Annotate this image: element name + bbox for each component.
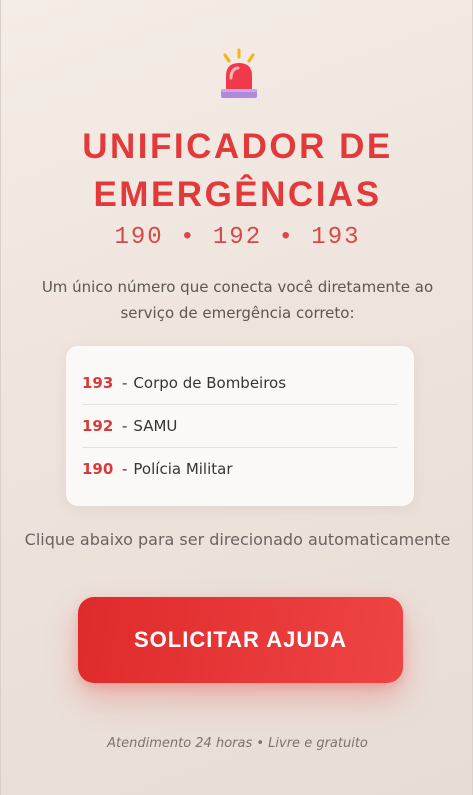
service-separator: - xyxy=(122,417,128,435)
service-separator: - xyxy=(122,374,128,392)
service-number: 190 xyxy=(82,460,114,478)
footer-note: Atendimento 24 horas • Livre e gratuito xyxy=(107,736,368,751)
page-title-line2: EMERGÊNCIAS xyxy=(93,175,382,214)
subtitle: Um único número que conecta você diretam… xyxy=(41,278,434,322)
service-number: 193 xyxy=(82,374,114,392)
redirect-hint: Clique abaixo para ser direcionado autom… xyxy=(24,530,451,549)
request-help-button[interactable]: SOLICITAR AJUDA xyxy=(78,597,403,683)
siren-icon xyxy=(217,48,261,102)
services-card: 193 - Corpo de Bombeiros 192 - SAMU 190 … xyxy=(66,346,414,506)
emergency-numbers: 190 • 192 • 193 xyxy=(114,224,361,251)
page-title-line1: UNIFICADOR DE xyxy=(82,127,393,166)
service-row-bombeiros: 193 - Corpo de Bombeiros xyxy=(82,362,398,405)
service-name: Corpo de Bombeiros xyxy=(133,374,287,392)
service-row-policia: 190 - Polícia Militar xyxy=(82,448,398,490)
service-separator: - xyxy=(122,460,128,478)
service-name: SAMU xyxy=(133,417,178,435)
service-name: Polícia Militar xyxy=(133,460,233,478)
service-number: 192 xyxy=(82,417,114,435)
service-row-samu: 192 - SAMU xyxy=(82,405,398,448)
